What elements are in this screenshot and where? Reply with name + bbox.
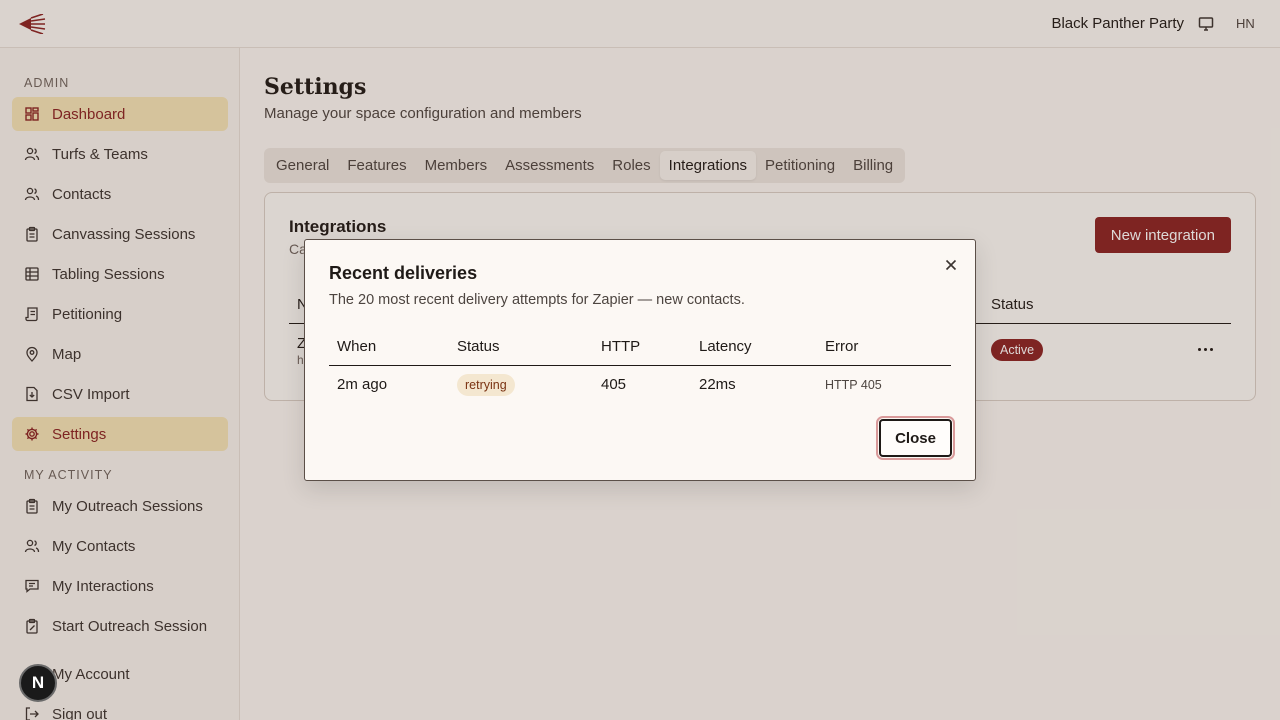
dialog-title: Recent deliveries [329, 263, 478, 283]
dialog-description: The 20 most recent delivery attempts for… [329, 292, 745, 308]
column-header-status: Status [457, 338, 500, 355]
column-header-http: HTTP [601, 338, 641, 355]
cell-latency: 22ms [699, 376, 736, 393]
dev-tools-badge[interactable]: N [19, 664, 57, 702]
close-icon[interactable] [943, 257, 959, 273]
recent-deliveries-dialog: Recent deliveries The 20 most recent del… [304, 239, 976, 481]
column-header-latency: Latency [699, 338, 752, 355]
close-button[interactable]: Close [876, 416, 955, 460]
cell-http: 405 [601, 376, 627, 393]
column-header-error: Error [825, 338, 859, 355]
deliveries-table: When Status HTTP Latency Error 2m ago re… [329, 332, 951, 404]
status-badge: retrying [457, 374, 515, 396]
table-row: 2m ago retrying 405 22ms HTTP 405 [329, 366, 951, 404]
cell-when: 2m ago [337, 376, 388, 393]
cell-error: HTTP 405 [825, 378, 882, 392]
table-header: When Status HTTP Latency Error [329, 332, 951, 366]
column-header-when: When [337, 338, 377, 355]
